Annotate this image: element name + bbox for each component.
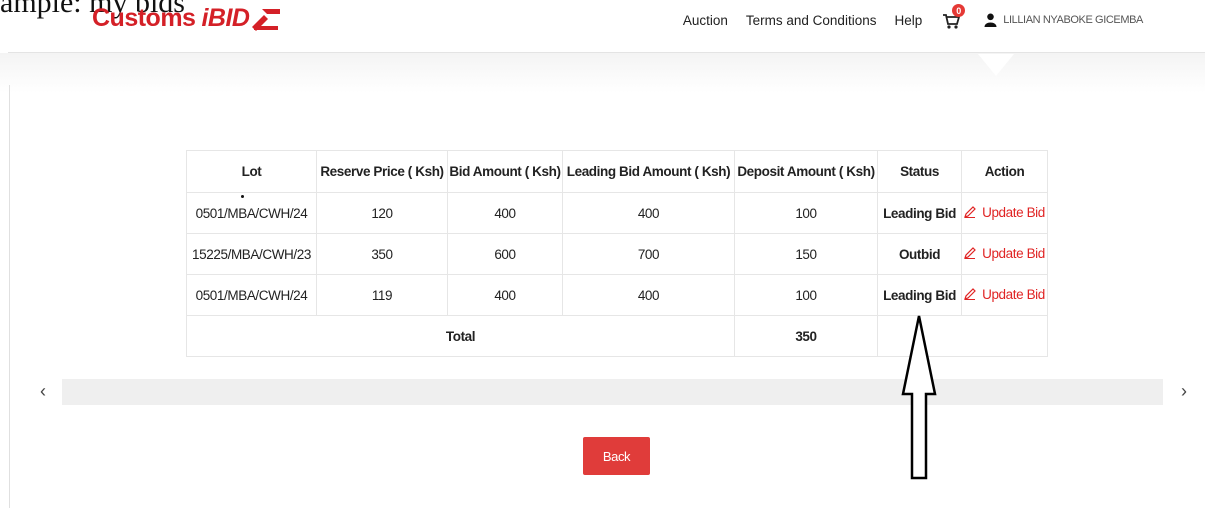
cell-action: Update Bid — [961, 274, 1048, 316]
update-bid-button[interactable]: Update Bid — [964, 205, 1045, 220]
cell-lot: 15225/MBA/CWH/23 — [186, 233, 317, 275]
table-header-row: Lot Reserve Price ( Ksh) Bid Amount ( Ks… — [186, 150, 1048, 193]
user-menu[interactable]: LILLIAN NYABOKE GICEMBA — [984, 13, 1143, 27]
scrollbar-track[interactable] — [62, 379, 1163, 405]
cart-button[interactable]: 0 — [942, 4, 966, 30]
col-status: Status — [877, 150, 962, 193]
content-left-border — [9, 85, 10, 508]
cell-action: Update Bid — [961, 233, 1048, 275]
cell-leading: 700 — [562, 233, 735, 275]
horizontal-scrollbar[interactable]: ‹ › — [40, 379, 1205, 405]
cell-lot: 0501/MBA/CWH/24 — [186, 274, 317, 316]
total-label: Total — [186, 315, 735, 357]
cell-reserve: 120 — [316, 192, 448, 234]
top-nav: Auction Terms and Conditions Help 0 LILL… — [683, 4, 1205, 30]
total-deposit-value: 350 — [734, 315, 878, 357]
cell-bid: 400 — [447, 274, 563, 316]
scroll-left-icon[interactable]: ‹ — [40, 381, 46, 402]
col-deposit-amount: Deposit Amount ( Ksh) — [734, 150, 878, 193]
cell-action: Update Bid — [961, 192, 1048, 234]
status-badge: Leading Bid — [877, 274, 962, 316]
update-bid-label: Update Bid — [982, 286, 1045, 302]
cart-count-badge: 0 — [952, 4, 966, 17]
cell-leading: 400 — [562, 274, 735, 316]
gavel-logo-icon — [252, 8, 281, 31]
table-row: 0501/MBA/CWH/24 119 400 400 100 Leading … — [186, 274, 1048, 316]
cell-lot: 0501/MBA/CWH/24 — [186, 192, 317, 234]
back-button[interactable]: Back — [583, 437, 650, 475]
cell-bid: 400 — [447, 192, 563, 234]
col-reserve-price: Reserve Price ( Ksh) — [316, 150, 448, 193]
user-name: LILLIAN NYABOKE GICEMBA — [1003, 14, 1143, 26]
annotation-arrow-icon — [901, 315, 937, 480]
header-shadow — [0, 53, 1205, 93]
customs-ibid-logo[interactable]: Customs iBID — [92, 4, 284, 33]
cell-reserve: 350 — [316, 233, 448, 275]
nav-terms-and-conditions[interactable]: Terms and Conditions — [746, 13, 877, 28]
cell-leading: 400 — [562, 192, 735, 234]
pencil-icon — [964, 288, 976, 301]
cell-reserve: 119 — [316, 274, 448, 316]
cell-bid: 600 — [447, 233, 563, 275]
logo-customs: Customs — [92, 4, 196, 32]
col-action: Action — [961, 150, 1048, 193]
nav-auction[interactable]: Auction — [683, 13, 728, 28]
pencil-icon — [964, 206, 976, 219]
table-row: 0501/MBA/CWH/24 120 400 400 100 Leading … — [186, 192, 1048, 234]
cell-deposit: 100 — [734, 274, 878, 316]
cell-deposit: 150 — [734, 233, 878, 275]
update-bid-label: Update Bid — [982, 204, 1045, 220]
table-row: 15225/MBA/CWH/23 350 600 700 150 Outbid … — [186, 233, 1048, 275]
update-bid-button[interactable]: Update Bid — [964, 246, 1045, 261]
status-badge: Outbid — [877, 233, 962, 275]
status-badge: Leading Bid — [877, 192, 962, 234]
pencil-icon — [964, 247, 976, 260]
user-icon — [984, 13, 997, 27]
nav-help[interactable]: Help — [894, 13, 922, 28]
scroll-right-icon[interactable]: › — [1181, 381, 1187, 402]
col-leading-bid-amount: Leading Bid Amount ( Ksh) — [562, 150, 735, 193]
col-lot: Lot — [186, 150, 317, 193]
update-bid-label: Update Bid — [982, 245, 1045, 261]
stray-dot — [241, 195, 244, 198]
col-bid-amount: Bid Amount ( Ksh) — [447, 150, 563, 193]
update-bid-button[interactable]: Update Bid — [964, 287, 1045, 302]
logo-ibid: iBID — [201, 4, 250, 32]
dropdown-pointer — [978, 54, 1014, 76]
cell-deposit: 100 — [734, 192, 878, 234]
